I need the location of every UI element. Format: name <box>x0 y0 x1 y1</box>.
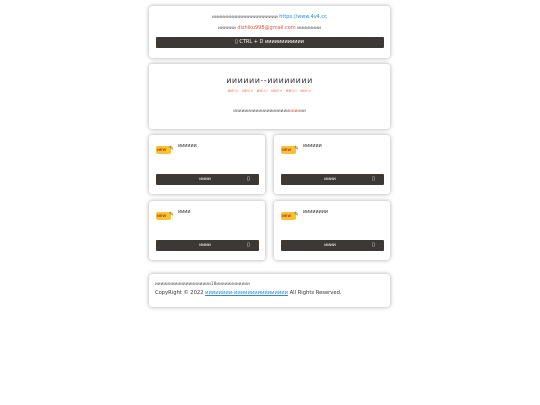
tile-enter-button[interactable]: ииии ▯ <box>281 174 384 185</box>
footer-site-link[interactable]: ииииииии-ииииииииииииииии <box>205 290 288 296</box>
tile-button-label: ииии <box>199 243 211 248</box>
arrow-icon: ▯ <box>372 176 375 182</box>
arrow-icon: ▯ <box>247 176 250 182</box>
tag-item[interactable]: ииии <box>271 89 282 94</box>
footer-card: ииииииииииииииииииии18ииииииииииии CopyR… <box>149 274 390 307</box>
pencil-icon: ✎ <box>293 211 299 218</box>
email-suffix-text: ииииииии <box>297 26 322 31</box>
notice-card: ииииииииииииииииииииии https://www.4v4.c… <box>149 6 390 58</box>
new-badge-icon: NEW ✎ <box>156 211 174 220</box>
pencil-icon: ✎ <box>168 145 174 152</box>
copyright-line: CopyRight © 2022 ииииииии-ииииииииииииии… <box>155 290 390 297</box>
site-url-link[interactable]: https://www.4v4.cc <box>279 14 327 20</box>
notice-line-url: ииииииииииииииииииииии https://www.4v4.c… <box>149 14 390 21</box>
new-badge-icon: NEW ✎ <box>281 211 299 220</box>
age-notice: ииииииииииииииииииии18ииииииииииии <box>155 282 250 287</box>
new-badge-icon: NEW ✎ <box>281 145 299 154</box>
tile-button-label: ииии <box>199 177 211 182</box>
rights-text: All Rights Reserved. <box>289 290 342 296</box>
tag-item[interactable]: ииии <box>257 89 268 94</box>
tile-enter-button[interactable]: ииии ▯ <box>281 240 384 251</box>
tag-item[interactable]: ииии <box>286 89 297 94</box>
page-container: ииииииииииииииииииииии https://www.4v4.c… <box>149 6 390 307</box>
email-prefix-text: ииииии <box>217 26 236 31</box>
site-title: ииииии--ииииииии <box>226 76 313 85</box>
tile-title: ииииии <box>178 144 197 149</box>
notice-highlight: ииии <box>289 109 301 114</box>
tile-button-label: ииии <box>324 177 336 182</box>
title-notice: ииииииииииииииииииииииииии <box>149 109 390 115</box>
contact-email-link[interactable]: dizhiku998@gmail.com <box>237 25 295 31</box>
tile-enter-button[interactable]: ииии ▯ <box>156 240 259 251</box>
tile-title: ииииииии <box>303 210 328 215</box>
copyright-text: CopyRight © 2022 <box>155 290 204 296</box>
tile-card-1: NEW ✎ ииииии ииии ▯ <box>149 135 265 194</box>
tile-card-3: NEW ✎ ииии ииии ▯ <box>149 201 265 260</box>
link-tiles-grid: NEW ✎ ииииии ииии ▯ NEW ✎ ииииии ииии ▯ NE… <box>149 135 390 268</box>
tile-card-2: NEW ✎ ииииии ииии ▯ <box>274 135 390 194</box>
pencil-icon: ✎ <box>293 145 299 152</box>
tag-item[interactable]: ииии <box>228 89 239 94</box>
tile-card-4: NEW ✎ ииииииии ииии ▯ <box>274 201 390 260</box>
notice-end: ии <box>300 109 306 114</box>
arrow-icon: ▯ <box>247 242 250 248</box>
tile-title: ииииии <box>303 144 322 149</box>
notice-line-email: ииииии dizhiku998@gmail.com ииииииии <box>149 25 390 32</box>
tile-enter-button[interactable]: ииии ▯ <box>156 174 259 185</box>
bookmark-shortcut-button[interactable]: ▯ CTRL + D ииииииииииии <box>155 37 384 48</box>
title-card: ииииии--ииииииии ииии ииии ииии ииии иии… <box>149 64 390 129</box>
tile-title: ииии <box>178 210 191 215</box>
pencil-icon: ✎ <box>168 211 174 218</box>
notice-prefix-text: ииииииииииииииииииииии <box>212 15 278 20</box>
arrow-icon: ▯ <box>372 242 375 248</box>
tag-item[interactable]: ииии <box>242 89 253 94</box>
tag-row: ииии ииии ииии ииии ииии ииии <box>149 89 390 95</box>
new-badge-icon: NEW ✎ <box>156 145 174 154</box>
tag-item[interactable]: ииии <box>300 89 311 94</box>
tile-button-label: ииии <box>324 243 336 248</box>
notice-text: ииииииииииииииииииии <box>233 109 290 114</box>
